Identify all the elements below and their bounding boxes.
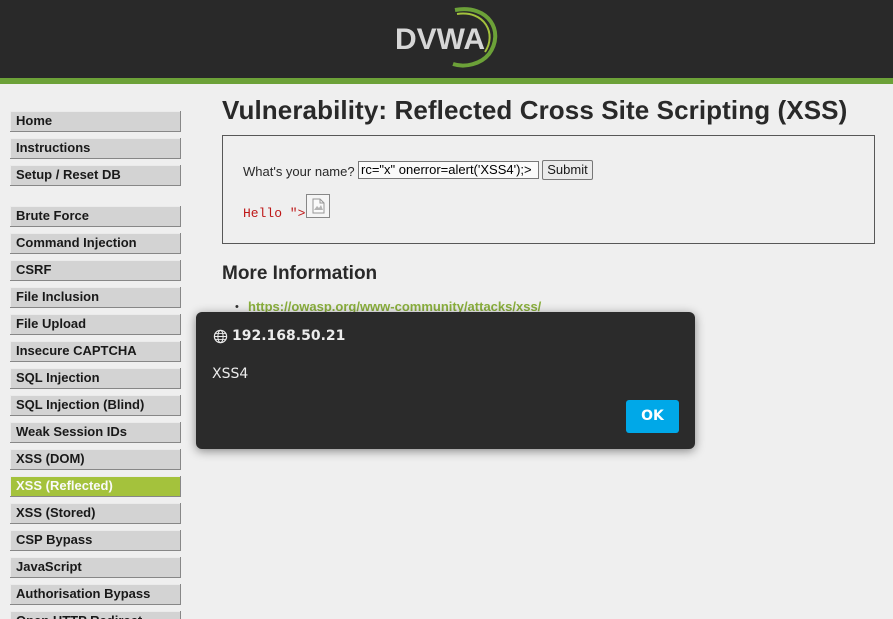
ok-button[interactable]: OK: [626, 400, 679, 433]
dialog-origin: 192.168.50.21: [232, 328, 346, 344]
page: DVWA Home Instructions Setup / Reset DB …: [0, 0, 893, 619]
globe-icon: [213, 329, 228, 344]
alert-dialog: 192.168.50.21 XSS4 OK: [196, 312, 695, 449]
dialog-message: XSS4: [212, 366, 249, 382]
dialog-backdrop: 192.168.50.21 XSS4 OK: [0, 0, 893, 619]
